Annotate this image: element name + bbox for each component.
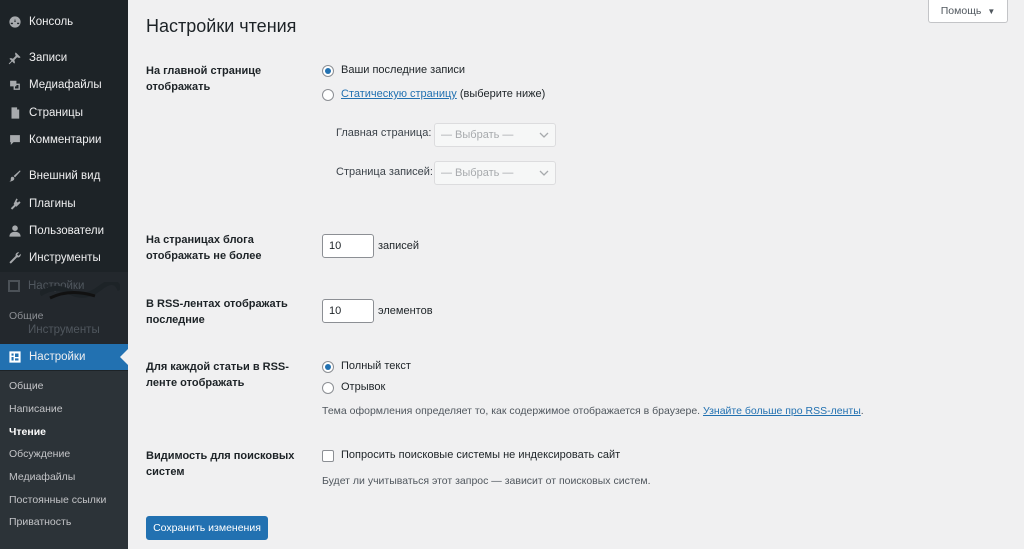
menu-label: Инструменты — [29, 252, 101, 264]
discourage-search-checkbox[interactable] — [322, 450, 334, 462]
rss-count-input[interactable]: 10 — [322, 299, 374, 323]
posts-per-page-value: 10 — [329, 240, 342, 252]
rss-description-text: Тема оформления определяет то, как содер… — [322, 405, 703, 417]
submenu-item-permalinks[interactable]: Постоянные ссылки — [9, 494, 106, 506]
submenu-item-discussion[interactable]: Обсуждение — [9, 448, 70, 460]
users-icon — [8, 224, 22, 238]
radio-full-text-label: Полный текст — [341, 360, 411, 372]
menu-settings[interactable]: Настройки — [0, 344, 128, 370]
menu-pages[interactable]: Страницы — [0, 100, 128, 126]
submenu-item-general[interactable]: Общие — [9, 380, 44, 392]
radio-full-text[interactable] — [322, 361, 334, 373]
settings-submenu: Общие Написание Чтение Обсуждение Медиаф… — [0, 371, 128, 549]
submenu-item-media[interactable]: Медиафайлы — [9, 471, 75, 483]
menu-dashboard[interactable]: Консоль — [0, 9, 128, 35]
menu-label: Пользователи — [29, 225, 105, 237]
menu-users[interactable]: Пользователи — [0, 218, 128, 244]
help-label: Помощь — [940, 5, 982, 17]
page-title: Настройки чтения — [146, 16, 297, 36]
ghost-settings-icon — [8, 280, 20, 292]
wrench-icon — [8, 251, 22, 265]
dashboard-icon — [8, 15, 22, 29]
menu-media[interactable]: Медиафайлы — [0, 72, 128, 98]
rss-learn-more-link[interactable]: Узнайте больше про RSS-ленты — [703, 405, 861, 417]
home-page-select-value: — Выбрать — — [441, 129, 514, 141]
rss-count-label: В RSS-лентах отображать последние — [146, 298, 288, 326]
front-page-label: На главной странице отображать — [146, 65, 262, 93]
radio-static-page[interactable] — [322, 89, 334, 101]
radio-excerpt-label: Отрывок — [341, 381, 386, 393]
menu-label: Медиафайлы — [29, 79, 102, 91]
chevron-down-icon — [539, 170, 549, 176]
visibility-description: Будет ли учитываться этот запрос — завис… — [322, 475, 651, 487]
home-page-select[interactable]: — Выбрать — — [434, 123, 556, 147]
posts-per-page-label: На страницах блога отображать не более — [146, 234, 262, 262]
menu-label: Записи — [29, 52, 68, 64]
radio-latest-posts-label: Ваши последние записи — [341, 64, 466, 76]
posts-page-select-value: — Выбрать — — [441, 167, 514, 179]
caret-down-icon: ▼ — [987, 6, 996, 16]
static-page-link[interactable]: Статическую страницу — [341, 88, 457, 100]
menu-label: Консоль — [29, 16, 74, 28]
ghost-sub-label: Общие — [9, 310, 44, 322]
help-button[interactable]: Помощь ▼ — [928, 0, 1008, 23]
drag-ghost-overlay: Настройки Общие Инструменты — [0, 272, 128, 344]
posts-page-select[interactable]: — Выбрать — — [434, 161, 556, 185]
submenu-item-writing[interactable]: Написание — [9, 403, 63, 415]
pages-icon — [8, 106, 22, 120]
home-page-label: Главная страница: — [336, 127, 432, 139]
menu-label: Настройки — [29, 351, 86, 363]
main-content: Настройки чтения Помощь ▼ На главной стр… — [128, 0, 1024, 549]
radio-static-page-label: Статическую страницу (выберите ниже) — [341, 88, 545, 100]
radio-latest-posts[interactable] — [322, 65, 334, 77]
rss-count-unit: элементов — [378, 305, 433, 317]
menu-tools[interactable]: Инструменты — [0, 245, 128, 271]
pin-icon — [8, 51, 22, 65]
posts-per-page-input[interactable]: 10 — [322, 234, 374, 258]
save-changes-label: Сохранить изменения — [153, 522, 261, 534]
brush-icon — [8, 169, 22, 183]
static-page-suffix: (выберите ниже) — [456, 88, 546, 100]
save-changes-button[interactable]: Сохранить изменения — [146, 516, 268, 540]
rss-description-end: . — [860, 405, 864, 417]
admin-sidebar: Консоль Записи Медиафайлы Страницы Комме… — [0, 0, 128, 549]
rss-count-value: 10 — [329, 305, 342, 317]
submenu-item-privacy[interactable]: Приватность — [9, 516, 71, 528]
rss-description: Тема оформления определяет то, как содер… — [322, 405, 864, 417]
posts-page-label: Страница записей: — [336, 166, 433, 178]
rss-content-label: Для каждой статьи в RSS-ленте отображать — [146, 361, 289, 389]
posts-per-page-unit: записей — [378, 240, 420, 252]
menu-label: Плагины — [29, 198, 76, 210]
menu-label: Страницы — [29, 107, 83, 119]
scribble-mark-icon — [40, 282, 120, 300]
menu-label: Внешний вид — [29, 170, 101, 182]
plugin-icon — [8, 197, 22, 211]
ghost-label-2: Инструменты — [28, 324, 100, 336]
radio-excerpt[interactable] — [322, 382, 334, 394]
menu-appearance[interactable]: Внешний вид — [0, 163, 128, 189]
chevron-down-icon — [539, 132, 549, 138]
menu-posts[interactable]: Записи — [0, 45, 128, 71]
comments-icon — [8, 133, 22, 147]
menu-label: Комментарии — [29, 134, 102, 146]
settings-icon — [8, 350, 22, 364]
discourage-search-label: Попросить поисковые системы не индексиро… — [341, 449, 621, 461]
media-icon — [8, 78, 22, 92]
submenu-item-reading[interactable]: Чтение — [9, 426, 46, 438]
visibility-label: Видимость для поисковых систем — [146, 450, 295, 478]
menu-plugins[interactable]: Плагины — [0, 191, 128, 217]
menu-comments[interactable]: Комментарии — [0, 127, 128, 153]
